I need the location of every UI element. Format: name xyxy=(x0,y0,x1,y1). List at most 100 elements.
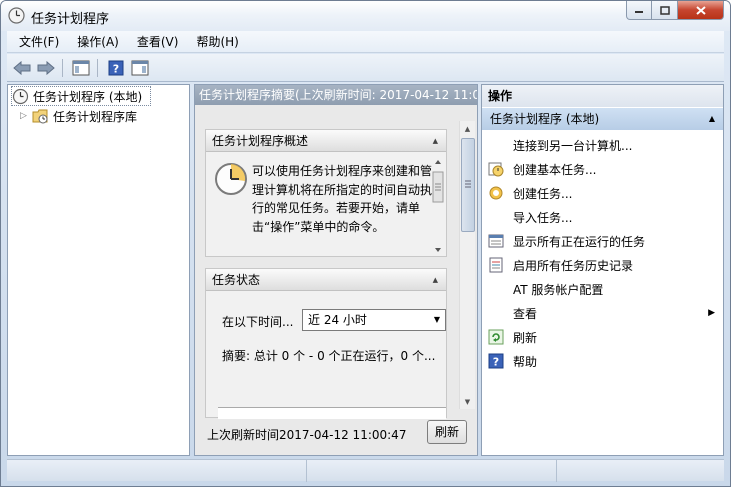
action-label: 创建任务... xyxy=(513,186,573,201)
action-label: AT 服务帐户配置 xyxy=(513,282,604,297)
help-icon: ? xyxy=(487,352,505,370)
status-list-box xyxy=(218,407,446,419)
clock-icon xyxy=(12,88,29,104)
period-select-value: 近 24 小时 xyxy=(308,313,367,327)
show-hide-action-pane-button[interactable] xyxy=(129,58,151,78)
toolbar-separator xyxy=(62,58,63,77)
action-label: 连接到另一台计算机... xyxy=(513,138,633,153)
forward-button[interactable] xyxy=(35,58,57,78)
status-cell xyxy=(307,460,557,482)
action-label: 创建基本任务... xyxy=(513,162,597,177)
status-cell xyxy=(7,460,307,482)
menu-view[interactable]: 查看(V) xyxy=(131,33,185,50)
submenu-arrow-icon: ▶ xyxy=(708,308,715,318)
action-show-running-tasks[interactable]: 显示所有正在运行的任务 xyxy=(482,229,723,253)
maximize-button[interactable] xyxy=(652,1,678,20)
help-icon: ? xyxy=(108,60,124,75)
minimize-icon xyxy=(635,11,643,13)
action-view[interactable]: 查看 ▶ xyxy=(482,301,723,325)
expand-arrow-icon[interactable]: ▷ xyxy=(20,111,32,121)
actions-group-label: 任务计划程序 (本地) xyxy=(490,112,600,126)
history-icon xyxy=(487,256,505,274)
tree-item-label: 任务计划程序库 xyxy=(53,109,138,124)
minimize-button[interactable] xyxy=(626,1,652,20)
scroll-up-icon[interactable]: ▲ xyxy=(460,121,475,136)
action-at-service-config[interactable]: AT 服务帐户配置 xyxy=(482,277,723,301)
period-select[interactable]: 近 24 小时 ▼ xyxy=(302,309,446,331)
collapse-caret-icon[interactable]: ▲ xyxy=(433,269,438,291)
action-import-task[interactable]: 导入任务... xyxy=(482,205,723,229)
menu-action[interactable]: 操作(A) xyxy=(71,33,125,50)
action-label: 帮助 xyxy=(513,354,538,369)
task-status-header[interactable]: 任务状态 ▲ xyxy=(206,269,446,291)
back-arrow-icon xyxy=(13,60,31,75)
action-label: 刷新 xyxy=(513,330,538,345)
action-label: 启用所有任务历史记录 xyxy=(513,258,634,273)
overview-title: 任务计划程序概述 xyxy=(212,134,309,148)
action-refresh[interactable]: 刷新 xyxy=(482,325,723,349)
collapse-caret-icon[interactable]: ▲ xyxy=(433,130,438,152)
console-tree-pane: 任务计划程序 (本地) ▷ 任务计划程序库 xyxy=(7,84,190,456)
action-label: 查看 xyxy=(513,306,538,321)
toolbar-separator xyxy=(97,58,98,77)
create-basic-task-icon xyxy=(487,160,505,178)
last-refresh-time: 上次刷新时间2017-04-12 11:00:47 xyxy=(207,428,407,442)
scroll-thumb[interactable] xyxy=(461,138,475,232)
maximize-icon xyxy=(659,5,670,15)
action-create-task[interactable]: 创建任务... xyxy=(482,181,723,205)
clock-large-icon xyxy=(215,163,247,195)
dropdown-arrow-icon: ▼ xyxy=(433,315,440,324)
refresh-button[interactable]: 刷新 xyxy=(427,420,467,444)
actions-header: 操作 xyxy=(482,85,723,107)
toolbar: ? xyxy=(7,54,724,82)
scroll-down-icon[interactable]: ▼ xyxy=(460,394,475,409)
close-button[interactable] xyxy=(678,1,724,20)
action-help[interactable]: ? 帮助 xyxy=(482,349,723,373)
action-create-basic-task[interactable]: 创建基本任务... xyxy=(482,157,723,181)
tree-item-local-scheduler[interactable]: 任务计划程序 (本地) xyxy=(11,86,151,106)
action-label: 显示所有正在运行的任务 xyxy=(513,234,646,249)
blank-icon xyxy=(487,136,505,154)
overview-scroll-track-icon xyxy=(432,160,444,252)
window-title: 任务计划程序 xyxy=(31,12,110,27)
menu-bar: 文件(F) 操作(A) 查看(V) 帮助(H) xyxy=(7,31,724,53)
close-icon xyxy=(695,5,706,15)
task-status-title: 任务状态 xyxy=(212,273,261,287)
create-task-icon xyxy=(487,184,505,202)
summary-stats: 摘要: 总计 0 个 - 0 个正在运行，0 个... xyxy=(222,349,436,363)
period-label: 在以下时间... xyxy=(222,315,294,329)
task-scheduler-window: 任务计划程序 文件(F) 操作(A) 查看(V) 帮助(H) ? 任务计划程序 … xyxy=(0,0,731,487)
status-bar xyxy=(7,459,724,482)
blank-icon xyxy=(487,280,505,298)
action-label: 导入任务... xyxy=(513,210,573,225)
scroll-grip-icon xyxy=(465,180,471,188)
svg-text:?: ? xyxy=(493,356,499,369)
actions-pane: 操作 任务计划程序 (本地) ▲ 连接到另一台计算机... 创建基本任务... … xyxy=(481,84,724,456)
blank-icon xyxy=(487,304,505,322)
refresh-icon xyxy=(487,328,505,346)
tree-item-task-library[interactable]: ▷ 任务计划程序库 xyxy=(20,106,137,126)
actions-group-header[interactable]: 任务计划程序 (本地) ▲ xyxy=(482,108,723,130)
collapse-caret-icon[interactable]: ▲ xyxy=(709,108,715,130)
folder-clock-icon xyxy=(32,109,48,123)
menu-help[interactable]: 帮助(H) xyxy=(190,33,244,50)
title-bar[interactable]: 任务计划程序 xyxy=(1,1,730,31)
action-connect-computer[interactable]: 连接到另一台计算机... xyxy=(482,133,723,157)
overview-section-header[interactable]: 任务计划程序概述 ▲ xyxy=(206,130,446,152)
tree-item-label: 任务计划程序 (本地) xyxy=(33,89,143,104)
action-enable-history[interactable]: 启用所有任务历史记录 xyxy=(482,253,723,277)
overview-scrollbar[interactable] xyxy=(432,156,444,256)
summary-pane: 任务计划程序摘要(上次刷新时间: 2017-04-12 11:00 任务计划程序… xyxy=(194,84,478,456)
summary-header: 任务计划程序摘要(上次刷新时间: 2017-04-12 11:00 xyxy=(195,85,477,105)
back-button[interactable] xyxy=(11,58,33,78)
help-toolbar-button[interactable]: ? xyxy=(105,58,127,78)
menu-file[interactable]: 文件(F) xyxy=(13,33,65,50)
svg-text:?: ? xyxy=(113,62,119,75)
show-hide-console-tree-button[interactable] xyxy=(70,58,92,78)
task-status-section: 任务状态 ▲ 在以下时间... 近 24 小时 ▼ 摘要: 总计 0 个 - 0… xyxy=(205,268,447,419)
overview-section: 任务计划程序概述 ▲ 可以使用任务计划程序来创建和管理计算机将在所指定的时间自动… xyxy=(205,129,447,257)
running-tasks-icon xyxy=(487,232,505,250)
blank-icon xyxy=(487,208,505,226)
summary-scrollbar[interactable]: ▲ ▼ xyxy=(459,121,475,409)
forward-arrow-icon xyxy=(37,60,55,75)
